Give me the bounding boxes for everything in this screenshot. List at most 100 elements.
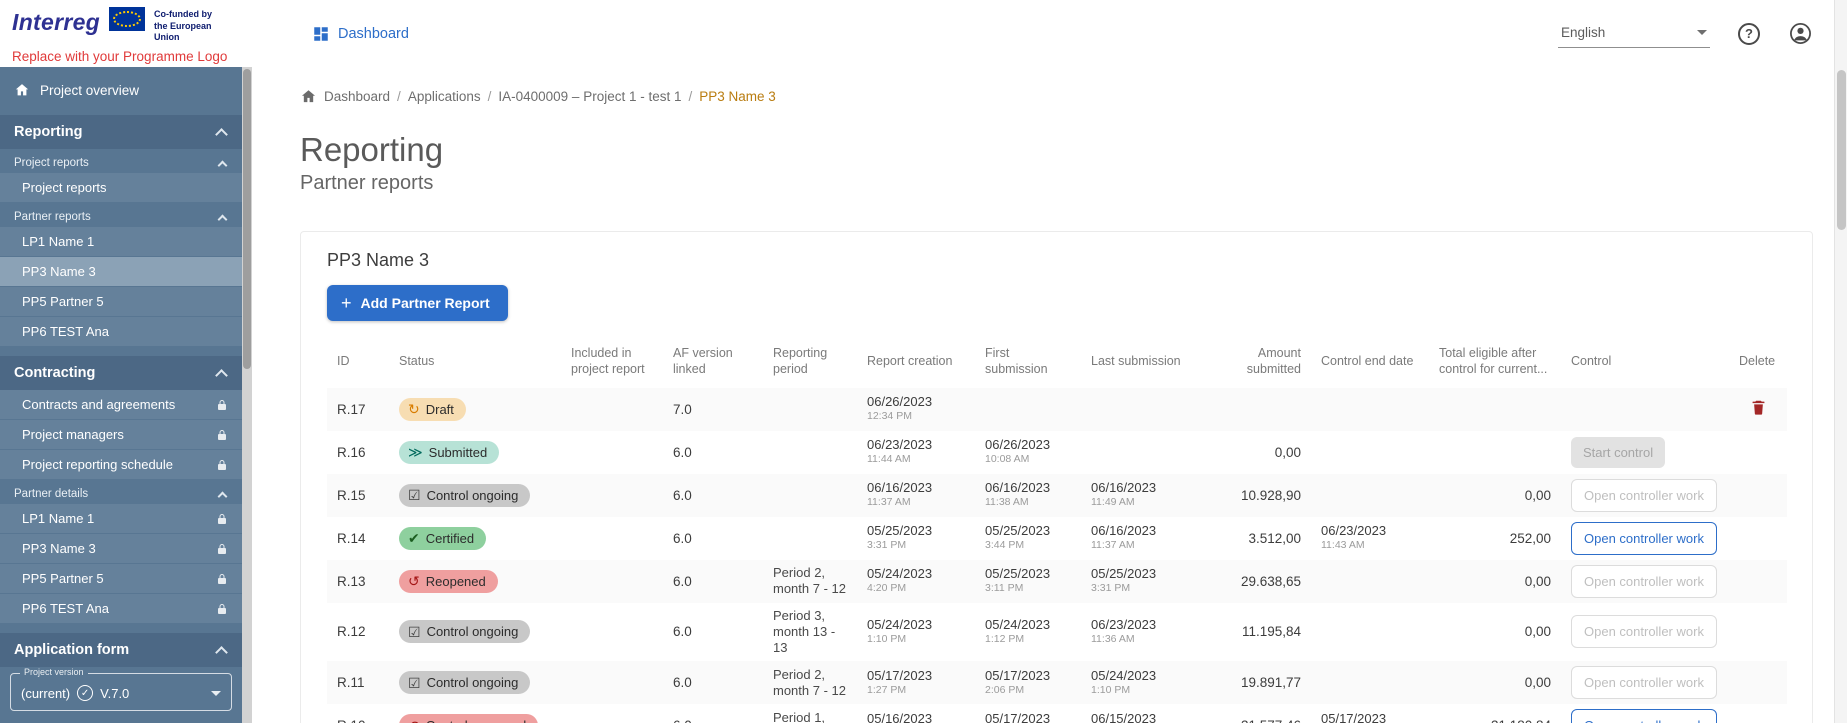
lock-icon [216,543,228,555]
app-header: Interreg Co-funded by the European Union… [0,0,1847,67]
dashboard-label: Dashboard [338,26,409,42]
sidebar-item-pp3-name-3[interactable]: PP3 Name 3 [0,257,242,286]
reporting-period-cell [763,474,857,517]
sidebar-item-project-reporting-schedule[interactable]: Project reporting schedule [0,450,242,479]
interreg-logo: Interreg [12,7,100,34]
date-value: 05/17/2023 [1321,712,1419,723]
group-partner-details[interactable]: Partner details [0,480,242,504]
sidebar-item-contracts-and-agreements[interactable]: Contracts and agreements [0,390,242,419]
sidebar-detail-item-lp1-name-1[interactable]: LP1 Name 1 [0,504,242,533]
breadcrumb-home-icon[interactable] [300,88,317,105]
chevron-up-icon [218,491,228,501]
page-scrollbar-thumb[interactable] [1837,70,1846,230]
sidebar-item-project-managers[interactable]: Project managers [0,420,242,449]
reporting-period-cell [763,431,857,474]
report-id-cell: R.17 [327,388,389,431]
delete-cell [1729,704,1787,723]
table-row[interactable]: R.17↻Draft7.006/26/202312:34 PM [327,388,1787,431]
group-project-reports[interactable]: Project reports [0,149,242,173]
last-submission-cell: 06/16/202311:37 AM [1081,517,1199,560]
breadcrumb-item: PP3 Name 3 [699,89,776,104]
date-value: 06/23/2023 [1091,618,1189,633]
reporting-period-cell: Period 1,month 1 - 6 [763,704,857,723]
status-label: Draft [426,402,454,417]
report-creation-cell: 05/16/20232:54 PM [857,704,975,723]
sidebar-item-lp1-name-1[interactable]: LP1 Name 1 [0,227,242,256]
account-icon[interactable] [1788,21,1813,46]
section-application-form[interactable]: Application form [0,633,242,667]
sidebar-item-pp5-partner-5[interactable]: PP5 Partner 5 [0,287,242,316]
total-eligible-cell: 252,00 [1429,517,1561,560]
section-reporting[interactable]: Reporting [0,115,242,149]
delete-button[interactable] [1747,396,1770,422]
breadcrumb-item[interactable]: Dashboard [324,89,390,104]
delete-cell [1729,560,1787,603]
table-row[interactable]: R.10↶Control reopened6.0Period 1,month 1… [327,704,1787,723]
version-current-label: (current) [21,686,70,701]
status-label: Control ongoing [427,488,519,503]
add-partner-report-button[interactable]: + Add Partner Report [327,285,508,321]
table-row[interactable]: R.16≫Submitted6.006/23/202311:44 AM06/26… [327,431,1787,474]
table-row[interactable]: R.13↺Reopened6.0Period 2,month 7 - 1205/… [327,560,1787,603]
status-label: Certified [426,531,474,546]
time-value: 3:31 PM [867,540,965,552]
page-subtitle: Partner reports [300,172,1813,195]
first-submission-cell: 05/24/20231:12 PM [975,603,1081,662]
language-select[interactable]: English [1558,20,1710,48]
time-value: 11:37 AM [867,497,965,509]
chevron-up-icon [215,646,228,659]
breadcrumb-item[interactable]: Applications [408,89,481,104]
report-id-cell: R.15 [327,474,389,517]
language-value: English [1561,25,1605,40]
table-row[interactable]: R.14✔Certified6.005/25/20233:31 PM05/25/… [327,517,1787,560]
date-value: 05/24/2023 [1091,669,1189,684]
chevron-up-icon [218,214,228,224]
breadcrumb-item[interactable]: IA-0400009 – Project 1 - test 1 [498,89,681,104]
group-label: Partner details [14,488,88,500]
open-controller-work-button[interactable]: Open controller work [1571,522,1717,555]
delete-cell [1729,431,1787,474]
control-end-date-cell [1311,388,1429,431]
report-creation-cell: 05/25/20233:31 PM [857,517,975,560]
status-cell: ≫Submitted [389,431,561,474]
sidebar-detail-item-pp3-name-3[interactable]: PP3 Name 3 [0,534,242,563]
amount-submitted-cell: 3.512,00 [1199,517,1311,560]
sidebar-detail-item-pp5-partner-5[interactable]: PP5 Partner 5 [0,564,242,593]
sidebar-scrollbar[interactable] [242,67,252,723]
delete-cell [1729,517,1787,560]
sidebar-scrollbar-thumb[interactable] [243,69,251,369]
table-row[interactable]: R.11☑Control ongoing6.0Period 2,month 7 … [327,661,1787,704]
column-header-last-submission: Last submission [1081,337,1199,388]
group-partner-reports[interactable]: Partner reports [0,203,242,227]
open-controller-work-button[interactable]: Open controller work [1571,709,1717,723]
project-version-select[interactable]: Project version (current) ✓ V.7.0 [10,673,232,711]
sidebar-item-project-reports[interactable]: Project reports [0,173,242,202]
eu-stars-icon [113,11,141,27]
table-row[interactable]: R.12☑Control ongoing6.0Period 3,month 13… [327,603,1787,662]
last-submission-cell: 06/23/202311:36 AM [1081,603,1199,662]
delete-cell [1729,661,1787,704]
sidebar-item-project-overview[interactable]: Project overview [0,71,242,109]
sidebar-item-pp6-test-ana[interactable]: PP6 TEST Ana [0,317,242,346]
included-in-project-report-cell [561,431,663,474]
included-in-project-report-cell [561,704,663,723]
total-eligible-cell [1429,388,1561,431]
included-in-project-report-cell [561,560,663,603]
amount-submitted-cell: 11.195,84 [1199,603,1311,662]
section-contracting[interactable]: Contracting [0,356,242,390]
column-header-first-submission: First submission [975,337,1081,388]
report-creation-cell: 06/26/202312:34 PM [857,388,975,431]
main-content: Dashboard/Applications/IA-0400009 – Proj… [252,67,1847,723]
time-value: 11:36 AM [1091,634,1189,646]
breadcrumb-separator: / [688,89,692,104]
reporting-period-line: month 7 - 12 [773,581,847,597]
table-row[interactable]: R.15☑Control ongoing6.006/16/202311:37 A… [327,474,1787,517]
help-icon[interactable]: ? [1738,23,1760,45]
header-right: English ? [1558,20,1847,48]
sidebar-detail-item-pp6-test-ana[interactable]: PP6 TEST Ana [0,594,242,623]
status-cell: ☑Control ongoing [389,661,561,704]
check-circle-icon: ✓ [77,685,93,701]
page-scrollbar[interactable] [1834,0,1847,723]
last-submission-cell: 06/16/202311:49 AM [1081,474,1199,517]
dashboard-link[interactable]: Dashboard [312,25,409,43]
